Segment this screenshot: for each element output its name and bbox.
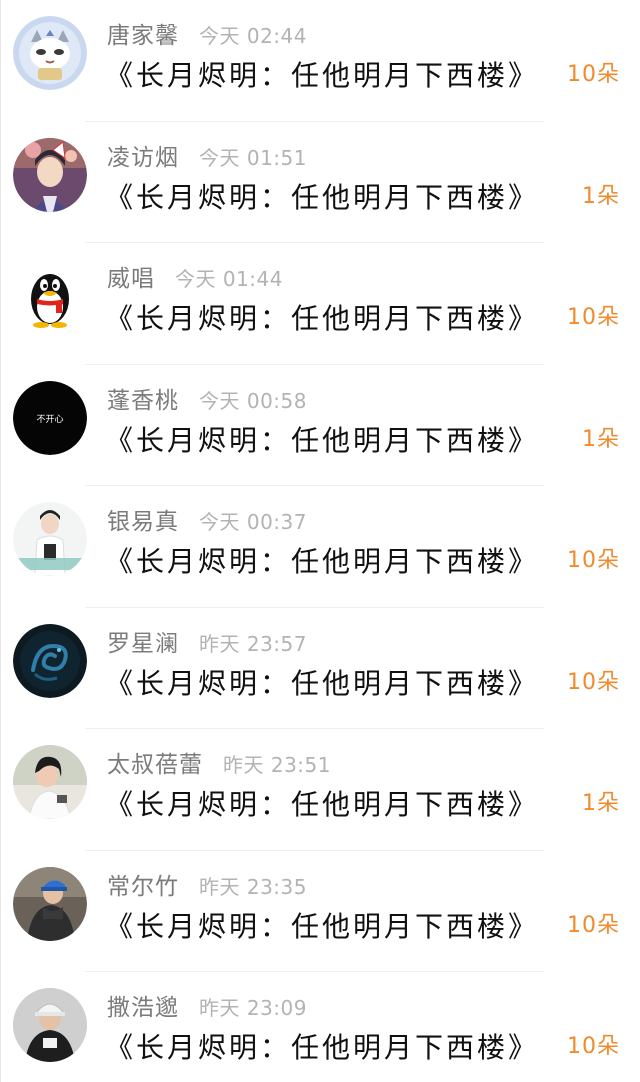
user-name[interactable]: 撒浩邈 — [107, 988, 179, 1022]
timestamp: 昨天 23:35 — [199, 874, 307, 899]
avatar-text: 不开心 — [36, 414, 63, 425]
girl-fox-mask-avatar-icon[interactable] — [13, 137, 87, 212]
blue-dragon-avatar-icon[interactable] — [13, 623, 87, 698]
timestamp: 昨天 23:09 — [199, 996, 307, 1020]
user-name[interactable]: 唐家馨 — [107, 16, 179, 50]
list-item[interactable]: 撒浩邈 昨天 23:09 《长月烬明：任他明月下西楼》 10朵 — [1, 972, 640, 1082]
list-item[interactable]: 常尔竹 昨天 23:35 《长月烬明：任他明月下西楼》 10朵 — [1, 851, 640, 973]
flower-count: 10朵 — [567, 62, 620, 87]
flower-count: 10朵 — [567, 912, 620, 938]
drama-title: 《长月烬明：任他明月下西楼》 — [105, 59, 540, 92]
user-name[interactable]: 威唱 — [107, 259, 155, 293]
item-meta: 唐家馨 今天 02:44 — [107, 16, 307, 50]
flower-count: 1朵 — [582, 426, 620, 452]
item-meta: 威唱 今天 01:44 — [107, 259, 283, 293]
item-meta: 银易真 今天 00:37 — [107, 502, 307, 536]
drama-title: 《长月烬明：任他明月下西楼》 — [105, 423, 540, 457]
item-meta: 罗星澜 昨天 23:57 — [107, 624, 307, 658]
item-meta: 凌访烟 今天 01:51 — [107, 138, 307, 172]
drama-title: 《长月烬明：任他明月下西楼》 — [105, 909, 540, 943]
drama-title: 《长月烬明：任他明月下西楼》 — [105, 545, 540, 578]
list-item[interactable]: 威唱 今天 01:44 《长月烬明：任他明月下西楼》 10朵 — [1, 243, 640, 365]
user-name[interactable]: 太叔蓓蕾 — [107, 745, 203, 779]
flower-count: 10朵 — [567, 1034, 620, 1059]
black-text-avatar-icon[interactable]: 不开心 — [13, 380, 87, 455]
flower-count: 10朵 — [567, 548, 620, 573]
qq-penguin-avatar-icon[interactable] — [13, 259, 87, 333]
flower-count: 10朵 — [567, 669, 620, 695]
user-name[interactable]: 常尔竹 — [107, 867, 179, 901]
drama-title: 《长月烬明：任他明月下西楼》 — [105, 180, 540, 214]
list-item[interactable]: 银易真 今天 00:37 《长月烬明：任他明月下西楼》 10朵 — [1, 486, 640, 608]
girl-photo-avatar-icon[interactable] — [13, 745, 87, 819]
user-name[interactable]: 银易真 — [107, 502, 179, 536]
list-item[interactable]: 唐家馨 今天 02:44 《长月烬明：任他明月下西楼》 10朵 — [1, 0, 640, 122]
timestamp: 昨天 23:57 — [199, 631, 307, 656]
user-name[interactable]: 蓬香桃 — [107, 381, 179, 415]
timestamp: 今天 01:44 — [175, 267, 283, 291]
timestamp: 昨天 23:51 — [223, 753, 331, 777]
drama-title: 《长月烬明：任他明月下西楼》 — [105, 666, 540, 700]
person-white-cap-avatar-icon[interactable] — [13, 988, 87, 1062]
timestamp: 今天 00:58 — [199, 388, 307, 413]
item-meta: 太叔蓓蕾 昨天 23:51 — [107, 745, 331, 779]
timestamp: 今天 00:37 — [199, 510, 307, 534]
user-name[interactable]: 凌访烟 — [107, 138, 179, 172]
list-item[interactable]: 太叔蓓蕾 昨天 23:51 《长月烬明：任他明月下西楼》 1朵 — [1, 729, 640, 851]
flower-count: 1朵 — [582, 791, 620, 816]
drama-title: 《长月烬明：任他明月下西楼》 — [105, 302, 540, 335]
item-meta: 常尔竹 昨天 23:35 — [107, 867, 307, 901]
flower-count: 1朵 — [582, 183, 620, 209]
item-meta: 撒浩邈 昨天 23:09 — [107, 988, 307, 1022]
item-meta: 蓬香桃 今天 00:58 — [107, 381, 307, 415]
user-name[interactable]: 罗星澜 — [107, 624, 179, 658]
person-blue-cap-avatar-icon[interactable] — [13, 866, 87, 941]
drama-title: 《长月烬明：任他明月下西楼》 — [105, 788, 540, 821]
list-item[interactable]: 不开心 蓬香桃 今天 00:58 《长月烬明：任他明月下西楼》 1朵 — [1, 365, 640, 487]
girl-white-shirt-avatar-icon[interactable] — [13, 502, 87, 576]
flower-count: 10朵 — [567, 305, 620, 330]
drama-title: 《长月烬明：任他明月下西楼》 — [105, 1031, 540, 1064]
list-item[interactable]: 罗星澜 昨天 23:57 《长月烬明：任他明月下西楼》 10朵 — [1, 608, 640, 730]
gift-record-list: 唐家馨 今天 02:44 《长月烬明：任他明月下西楼》 10朵 凌访烟 今天 0 — [0, 0, 640, 1082]
list-item[interactable]: 凌访烟 今天 01:51 《长月烬明：任他明月下西楼》 1朵 — [1, 122, 640, 244]
timestamp: 今天 01:51 — [199, 145, 307, 170]
cat-mask-avatar-icon[interactable] — [13, 16, 87, 90]
timestamp: 今天 02:44 — [199, 24, 307, 48]
